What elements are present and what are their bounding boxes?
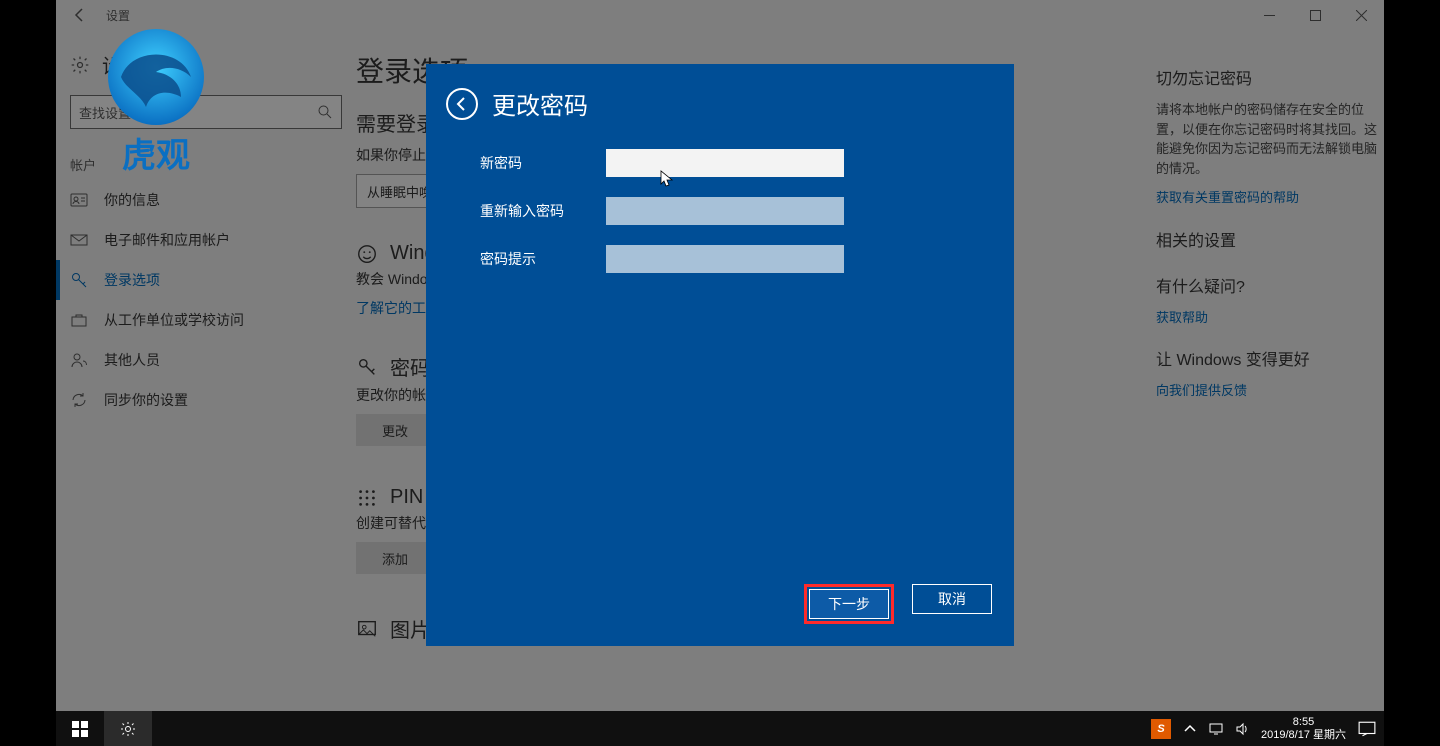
back-button[interactable] [56,0,104,30]
briefcase-icon [70,311,88,329]
password-heading: 密码 [390,352,430,381]
ime-indicator[interactable]: S [1151,719,1171,739]
taskbar-date: 2019/8/17 星期六 [1261,729,1346,742]
start-button[interactable] [56,711,104,746]
pin-grid-icon [356,487,378,509]
reset-password-help-link[interactable]: 获取有关重置密码的帮助 [1156,188,1386,208]
right-heading-2: 相关的设置 [1156,230,1386,254]
sidebar-item-label: 从工作单位或学校访问 [104,310,244,330]
sidebar-item-work-school[interactable]: 从工作单位或学校访问 [56,300,356,340]
change-password-button[interactable]: 更改 [356,414,434,446]
settings-home-label: 设置 [102,50,142,79]
person-card-icon [70,191,88,209]
password-hint-input[interactable] [606,245,844,273]
sidebar-item-label: 其他人员 [104,350,160,370]
taskbar-clock[interactable]: 8:55 2019/8/17 星期六 [1261,716,1346,741]
network-icon[interactable] [1209,722,1223,736]
window-title: 设置 [106,7,130,24]
add-pin-button[interactable]: 添加 [356,542,434,574]
sidebar-item-label: 登录选项 [104,270,160,290]
right-heading-1: 切勿忘记密码 [1156,68,1386,92]
sidebar-item-sync[interactable]: 同步你的设置 [56,380,356,420]
new-password-input[interactable] [606,149,844,177]
back-arrow-icon [72,7,88,23]
next-button-highlight: 下一步 [804,584,894,624]
get-help-link[interactable]: 获取帮助 [1156,308,1386,328]
settings-home-header[interactable]: 设置 [56,32,356,87]
maximize-icon [1310,10,1321,21]
key-large-icon [356,356,378,378]
change-password-dialog: 更改密码 新密码 重新输入密码 密码提示 下一步 取消 [426,64,1014,646]
next-button[interactable]: 下一步 [809,589,889,619]
retype-password-input[interactable] [606,197,844,225]
settings-sidebar: 设置 查找设置 帐户 你的信息 电子邮件和应用帐户 登录选项 从工作单位或学校访… [56,32,356,746]
minimize-button[interactable] [1246,0,1292,30]
gear-icon [120,721,136,737]
mail-icon [70,231,88,249]
back-arrow-icon [455,97,469,111]
search-input[interactable]: 查找设置 [70,95,342,129]
sidebar-item-email-accounts[interactable]: 电子邮件和应用帐户 [56,220,356,260]
feedback-link[interactable]: 向我们提供反馈 [1156,381,1386,401]
pin-heading: PIN [390,486,423,509]
tray-chevron-up-icon[interactable] [1183,722,1197,736]
sidebar-item-your-info[interactable]: 你的信息 [56,180,356,220]
password-hint-label: 密码提示 [426,249,606,269]
sidebar-item-label: 同步你的设置 [104,390,188,410]
cancel-button[interactable]: 取消 [912,584,992,614]
dialog-title: 更改密码 [492,86,588,121]
retype-password-label: 重新输入密码 [426,201,606,221]
smile-icon [356,243,378,265]
sidebar-item-label: 你的信息 [104,190,160,210]
gear-icon [70,55,90,75]
maximize-button[interactable] [1292,0,1338,30]
sidebar-item-label: 电子邮件和应用帐户 [104,230,230,250]
settings-right-column: 切勿忘记密码 请将本地帐户的密码储存在安全的位置，以便在你忘记密码时将其找回。这… [1156,68,1386,423]
taskbar-settings-button[interactable] [104,711,152,746]
taskbar-time: 8:55 [1293,716,1314,729]
windows-taskbar: S 8:55 2019/8/17 星期六 [56,711,1384,746]
sidebar-item-other-people[interactable]: 其他人员 [56,340,356,380]
windows-logo-icon [72,721,88,737]
right-text-1: 请将本地帐户的密码储存在安全的位置，以便在你忘记密码时将其找回。这能避免你因为忘… [1156,100,1386,178]
window-titlebar: 设置 [56,0,1384,30]
sidebar-section-label: 帐户 [56,141,356,180]
right-heading-3: 有什么疑问? [1156,276,1386,300]
volume-icon[interactable] [1235,722,1249,736]
right-heading-4: 让 Windows 变得更好 [1156,349,1386,373]
sidebar-item-signin-options[interactable]: 登录选项 [56,260,356,300]
dialog-back-button[interactable] [446,88,478,120]
close-button[interactable] [1338,0,1384,30]
picture-icon [356,618,378,640]
search-placeholder: 查找设置 [79,103,131,122]
sync-icon [70,391,88,409]
minimize-icon [1264,10,1275,21]
key-icon [70,271,88,289]
close-icon [1356,10,1367,21]
notifications-icon[interactable] [1358,720,1376,738]
people-icon [70,351,88,369]
new-password-label: 新密码 [426,153,606,173]
search-icon [317,104,333,120]
